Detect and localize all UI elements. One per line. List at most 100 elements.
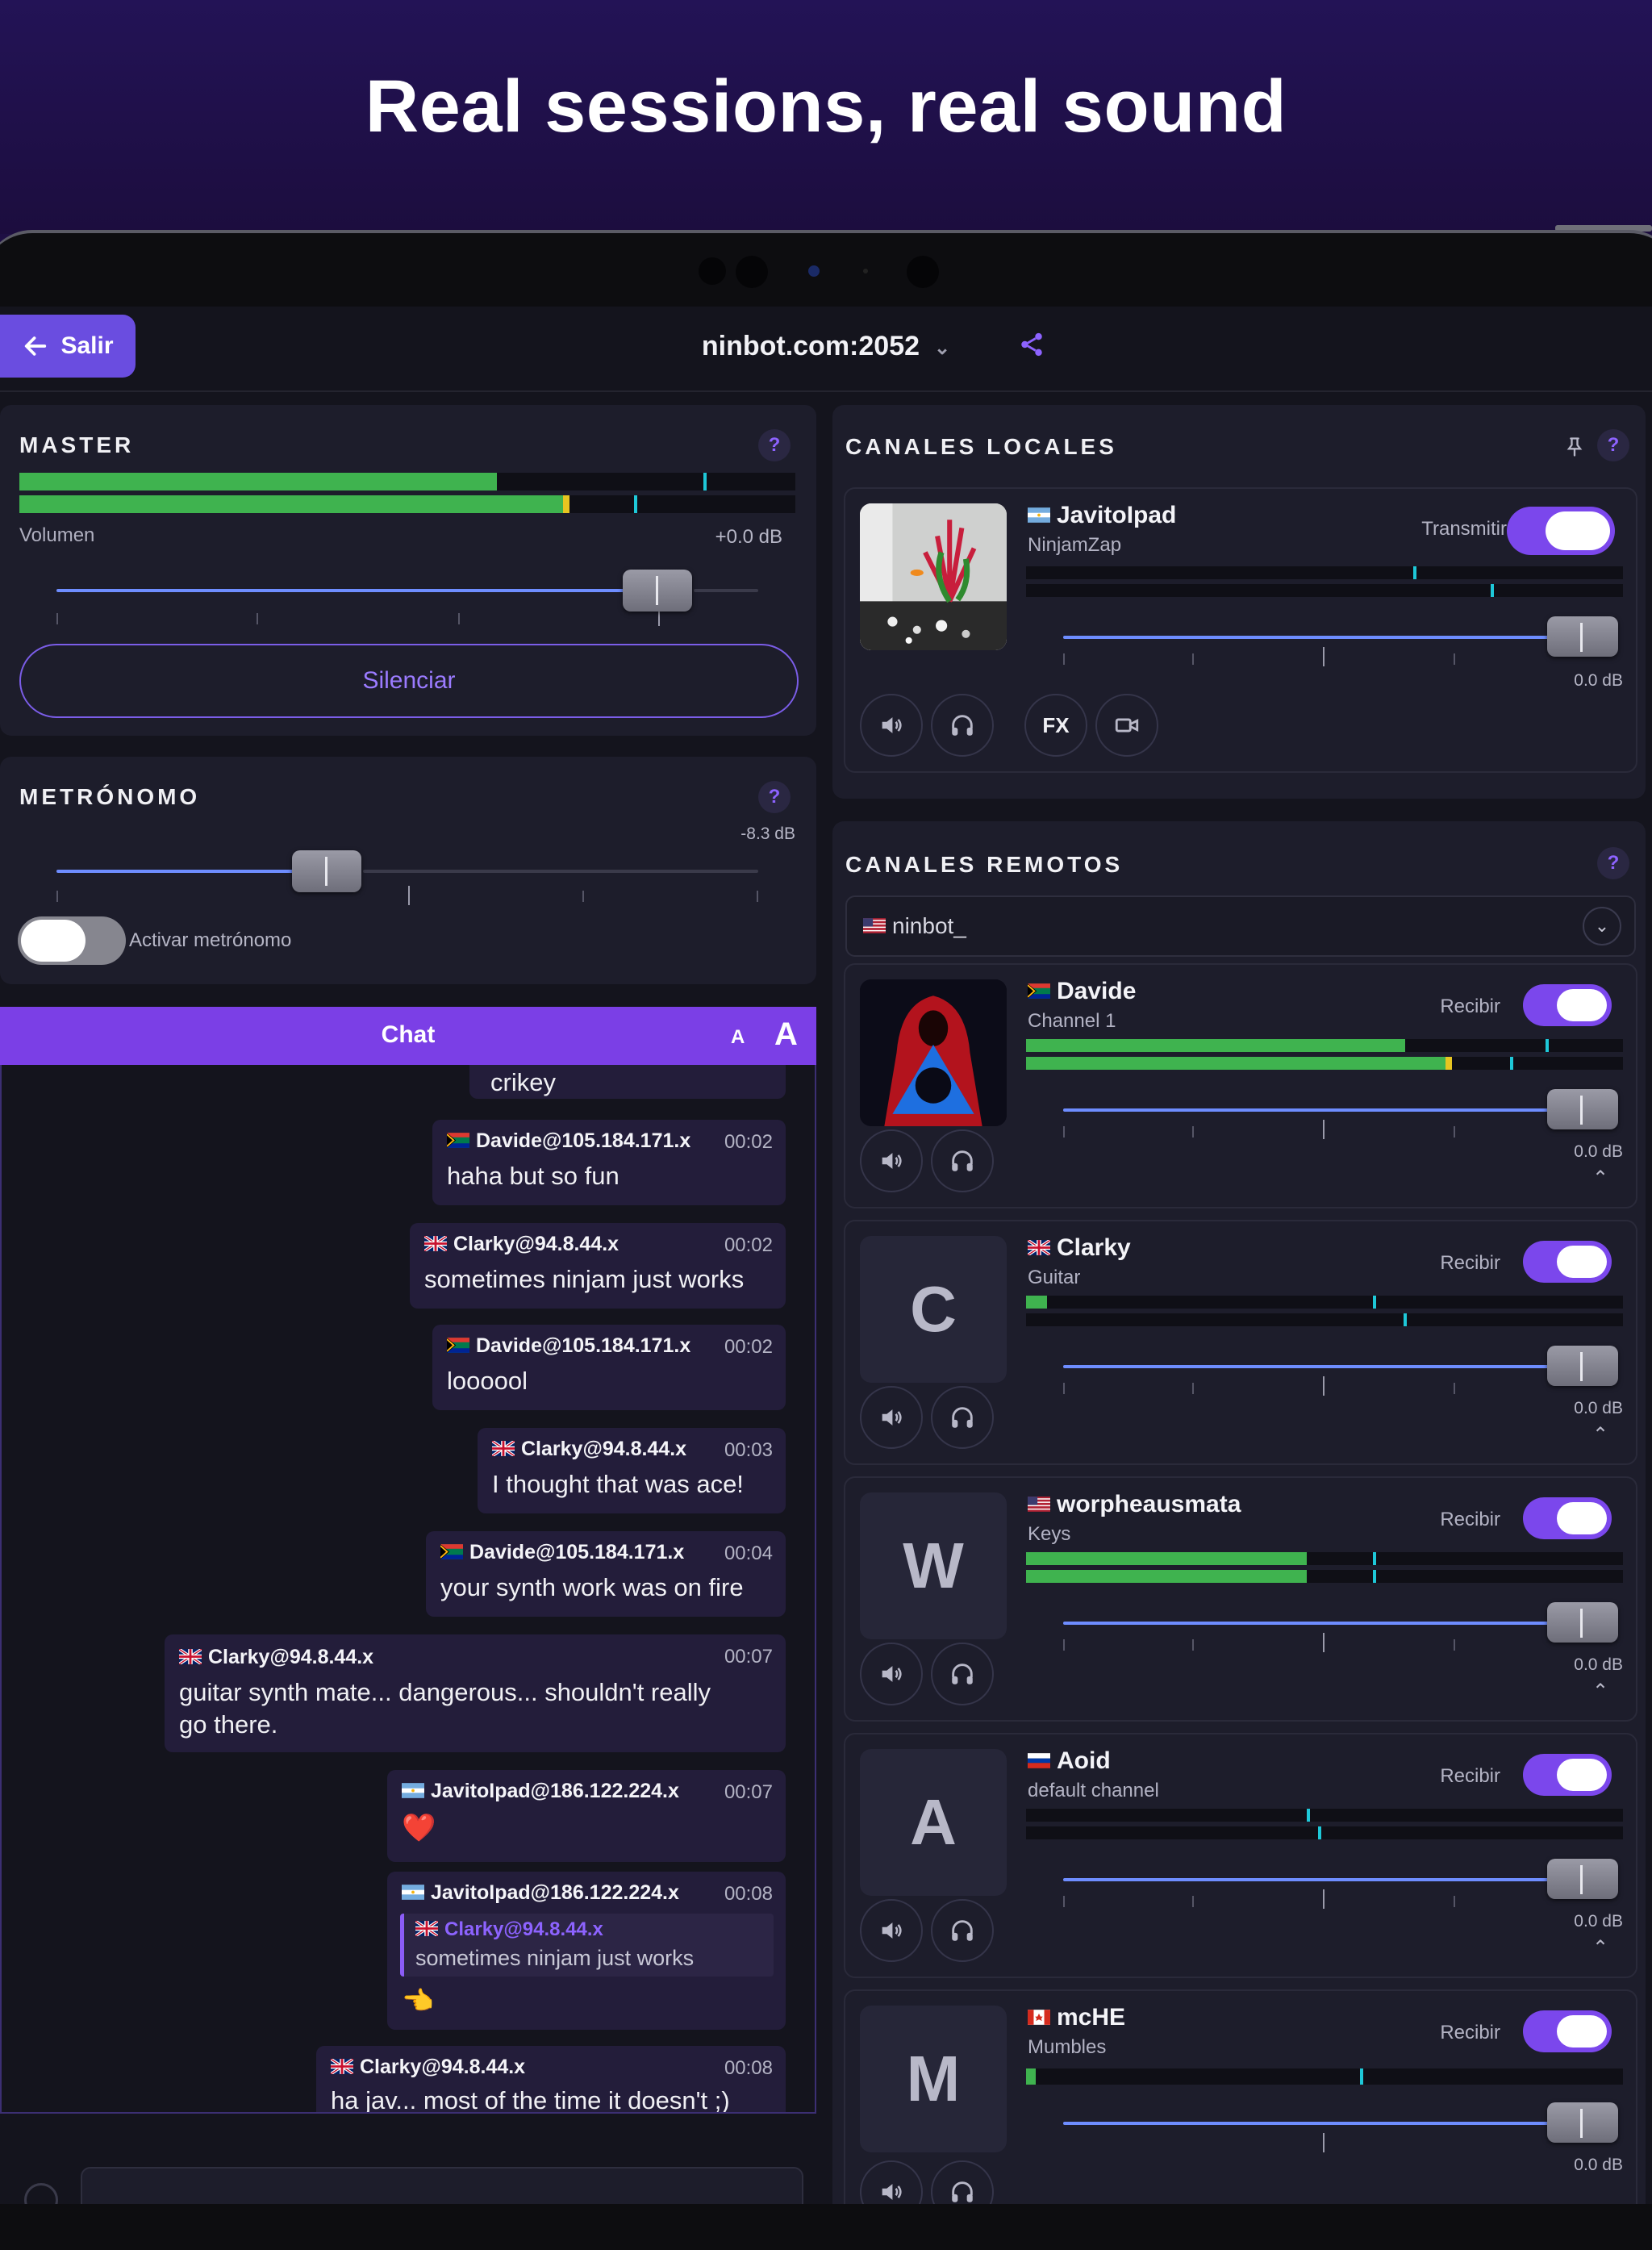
- remote-channel-card: A Aoid default channel Recibir 0.0 dB ⌃: [844, 1733, 1637, 1978]
- peak-marker: [1546, 1039, 1549, 1052]
- message-text: I thought that was ace!: [492, 1470, 744, 1498]
- slider-knob[interactable]: [292, 850, 361, 892]
- author-name: Clarky@94.8.44.x: [453, 1233, 620, 1255]
- font-increase-button[interactable]: A: [774, 1016, 798, 1053]
- solo-button[interactable]: [931, 694, 994, 757]
- meter-level: [1026, 1039, 1405, 1052]
- mute-button[interactable]: [860, 1899, 923, 1962]
- chevron-up-icon[interactable]: ⌃: [1592, 1423, 1612, 1446]
- solo-button[interactable]: [931, 2160, 994, 2204]
- slider-tick: [1454, 1126, 1455, 1138]
- author-name: Davide@105.184.171.x: [476, 1334, 691, 1357]
- receive-toggle[interactable]: [1523, 2010, 1612, 2052]
- peak-marker: [1360, 2068, 1363, 2085]
- meter-level: [1026, 1570, 1307, 1583]
- channel-meter: [1026, 566, 1623, 579]
- channel-avatar: W: [860, 1492, 1007, 1639]
- slider-knob[interactable]: [1547, 1602, 1618, 1643]
- mute-button[interactable]: [860, 1643, 923, 1705]
- toggle-thumb: [1557, 1502, 1607, 1534]
- chat-message: Clarky@94.8.44.x 00:03 I thought that wa…: [478, 1428, 786, 1513]
- chat-message: JavitoIpad@186.122.224.x 00:07 ❤️: [387, 1770, 786, 1862]
- slider-knob[interactable]: [1547, 2102, 1618, 2143]
- camera-sensor: [699, 257, 726, 285]
- message-time: 00:04: [724, 1542, 773, 1564]
- chat-messages[interactable]: crikey Davide@105.184.171.x 00:02 haha b…: [0, 1065, 816, 2114]
- solo-button[interactable]: [931, 1643, 994, 1705]
- channel-avatar: A: [860, 1749, 1007, 1896]
- peak-indicator: [563, 495, 569, 513]
- peak-marker: [1404, 1313, 1407, 1326]
- slider-knob[interactable]: [1547, 1859, 1618, 1899]
- message-author: Davide@105.184.171.x: [447, 1334, 690, 1358]
- channel-avatar: C: [860, 1236, 1007, 1383]
- help-icon[interactable]: ?: [1597, 847, 1629, 879]
- solo-button[interactable]: [931, 1129, 994, 1192]
- pin-icon[interactable]: [1563, 434, 1586, 460]
- mute-button[interactable]: [860, 2160, 923, 2204]
- flag-uk-icon: [1028, 1239, 1050, 1255]
- headphones-icon: [952, 1407, 973, 1428]
- mute-button[interactable]: Silenciar: [19, 644, 799, 718]
- receive-toggle[interactable]: [1523, 1754, 1612, 1796]
- channel-meter: [1026, 1552, 1623, 1565]
- flag-uk-icon: [331, 2058, 353, 2074]
- flag-za-icon: [447, 1133, 469, 1148]
- solo-button[interactable]: [931, 1386, 994, 1449]
- author-name: JavitoIpad@186.122.224.x: [431, 1881, 679, 1904]
- channel-meter: [1026, 1826, 1623, 1839]
- receive-label: Recibir: [1440, 2022, 1500, 2043]
- chat-message: Clarky@94.8.44.x 00:07 guitar synth mate…: [165, 1634, 786, 1752]
- slider-tick: [1323, 1633, 1325, 1652]
- chevron-up-icon[interactable]: ⌃: [1592, 1680, 1612, 1702]
- fx-button[interactable]: FX: [1024, 694, 1087, 757]
- slider-knob[interactable]: [623, 570, 692, 612]
- attach-icon[interactable]: [24, 2183, 58, 2204]
- message-text: loooool: [447, 1367, 528, 1395]
- message-author: JavitoIpad@186.122.224.x: [402, 1881, 679, 1905]
- message-text-continued: go there.: [179, 1710, 278, 1739]
- slider-tick: [56, 613, 58, 624]
- message-time: 00:07: [724, 1646, 773, 1668]
- mute-button[interactable]: [860, 1386, 923, 1449]
- help-icon[interactable]: ?: [758, 429, 791, 461]
- chevron-up-icon[interactable]: ⌃: [1592, 1936, 1612, 1959]
- channel-db: 0.0 dB: [1574, 1912, 1623, 1931]
- mute-button[interactable]: [860, 694, 923, 757]
- help-icon[interactable]: ?: [758, 781, 791, 813]
- share-icon[interactable]: [1018, 331, 1045, 358]
- transmit-toggle[interactable]: [1507, 507, 1615, 555]
- author-name: Clarky@94.8.44.x: [208, 1646, 374, 1668]
- mute-button[interactable]: [860, 1129, 923, 1192]
- slider-tick: [257, 613, 258, 624]
- metronome-toggle[interactable]: [18, 916, 126, 965]
- help-icon[interactable]: ?: [1597, 429, 1629, 461]
- slider-tick: [1192, 1126, 1194, 1138]
- meter-level: [1026, 1296, 1047, 1309]
- remote-channel-card: Davide Channel 1 Recibir 0.0 dB ⌃: [844, 963, 1637, 1208]
- slider-knob[interactable]: [1547, 1346, 1618, 1386]
- video-button[interactable]: [1095, 694, 1158, 757]
- chevron-up-icon[interactable]: ⌃: [1592, 1167, 1612, 1189]
- slider-tick: [1323, 647, 1325, 666]
- speaker-icon: [882, 1409, 902, 1426]
- message-text: sometimes ninjam just works: [424, 1265, 745, 1293]
- slider-knob[interactable]: [1547, 616, 1618, 657]
- remote-user-select[interactable]: ninbot_ ⌄: [845, 895, 1636, 957]
- solo-button[interactable]: [931, 1899, 994, 1962]
- camera-sensor: [907, 256, 939, 288]
- chat-input[interactable]: [81, 2167, 803, 2204]
- receive-toggle[interactable]: [1523, 984, 1612, 1026]
- slider-tick: [408, 886, 410, 905]
- server-selector[interactable]: ninbot.com:2052 ⌄: [0, 331, 1652, 362]
- slider-tick: [1454, 1896, 1455, 1907]
- channel-meter: [1026, 2068, 1623, 2085]
- receive-toggle[interactable]: [1523, 1241, 1612, 1283]
- receive-toggle[interactable]: [1523, 1497, 1612, 1539]
- slider-tick: [1063, 1639, 1065, 1651]
- font-decrease-button[interactable]: A: [731, 1026, 745, 1049]
- message-text: crikey: [490, 1068, 556, 1096]
- server-name: ninbot.com:2052: [701, 331, 920, 361]
- slider-knob[interactable]: [1547, 1089, 1618, 1129]
- chevron-down-icon[interactable]: ⌄: [1583, 907, 1621, 946]
